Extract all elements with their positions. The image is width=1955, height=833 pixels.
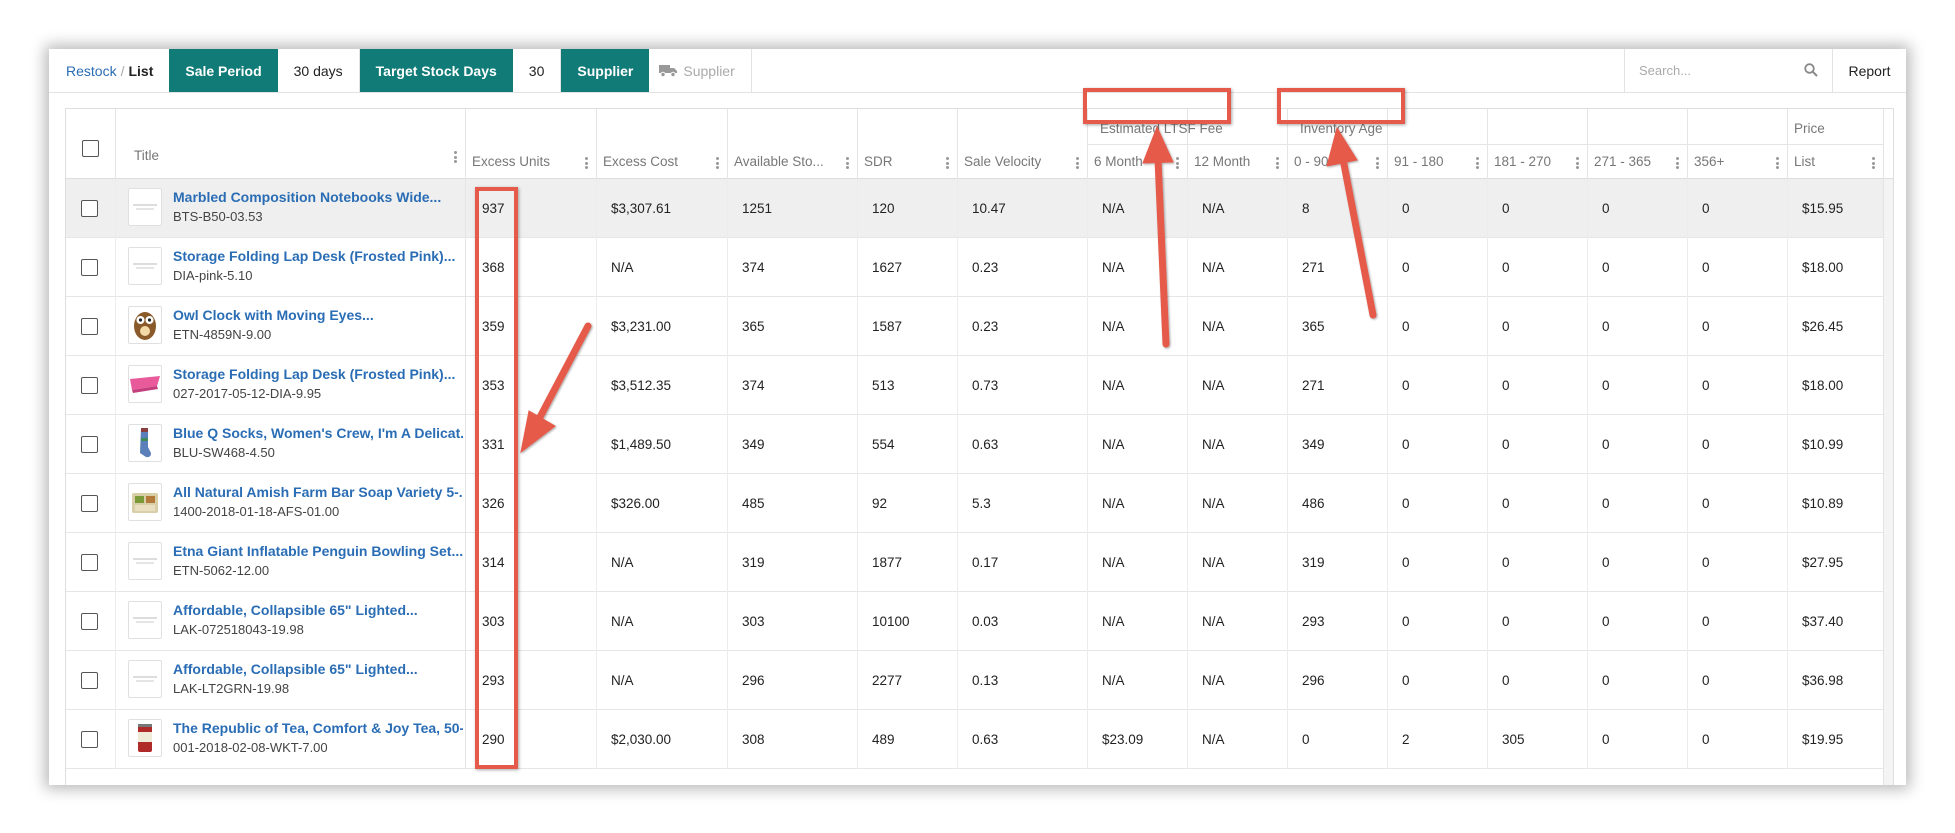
arrow-to-inventory-age xyxy=(1339,155,1377,319)
annotation-arrows xyxy=(520,125,1377,454)
arrow-to-ltsf xyxy=(1154,155,1170,348)
app-window: Restock / List Sale Period 30 days Targe… xyxy=(49,49,1906,785)
arrow-to-excess-units xyxy=(535,322,592,423)
